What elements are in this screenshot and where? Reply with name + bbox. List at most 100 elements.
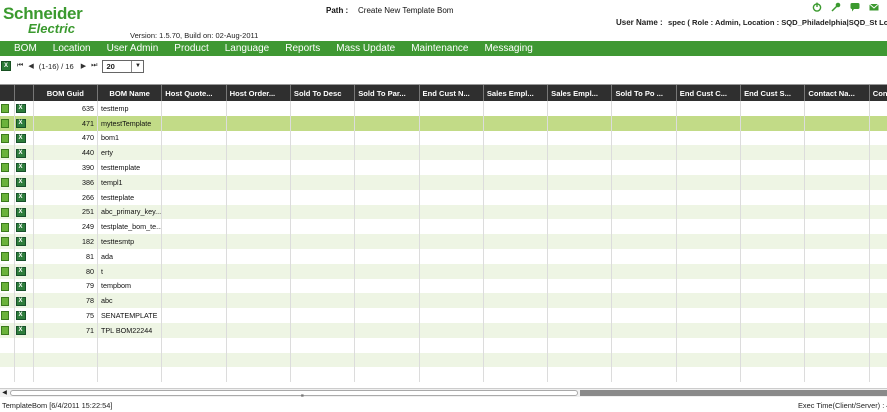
export-excel-icon[interactable]: X	[1, 61, 11, 71]
excel-icon[interactable]: X	[15, 326, 26, 336]
scrollbar-thumb[interactable]: ≡	[10, 390, 578, 399]
table-row[interactable]: X 635 testtemp	[0, 101, 887, 116]
column-header[interactable]: Contact Na...	[804, 85, 870, 101]
table-row[interactable]: X 182 testtesmtp	[0, 234, 887, 249]
table-row[interactable]: X 390 testtemplate	[0, 160, 887, 175]
excel-icon[interactable]: X	[15, 281, 26, 291]
export-cell[interactable]: X	[14, 248, 34, 264]
table-row[interactable]: X 266 testteplate	[0, 189, 887, 205]
table-row[interactable]: X 81 ada	[0, 248, 887, 264]
edit-cell[interactable]	[0, 234, 15, 249]
edit-cell[interactable]	[0, 115, 15, 131]
export-cell[interactable]: X	[14, 234, 34, 249]
column-header[interactable]: Host Order...	[226, 85, 291, 101]
edit-cell[interactable]	[0, 130, 15, 146]
excel-icon[interactable]: X	[15, 192, 26, 202]
edit-cell[interactable]	[0, 189, 15, 205]
export-cell[interactable]: X	[14, 308, 34, 323]
edit-icon[interactable]	[1, 237, 9, 247]
edit-icon[interactable]	[1, 163, 9, 173]
edit-icon[interactable]	[1, 311, 9, 321]
export-cell[interactable]: X	[14, 204, 34, 220]
nav-mass-update[interactable]: Mass Update	[336, 43, 395, 54]
excel-icon[interactable]: X	[15, 178, 26, 188]
excel-icon[interactable]: X	[15, 266, 26, 276]
excel-icon[interactable]: X	[15, 296, 26, 306]
export-cell[interactable]: X	[14, 115, 34, 131]
first-page-icon[interactable]: ⏮	[17, 62, 23, 70]
table-row[interactable]: X 251 abc_primary_key...	[0, 204, 887, 220]
column-header[interactable]: Sold To Desc	[290, 85, 356, 101]
nav-reports[interactable]: Reports	[285, 43, 320, 54]
edit-icon[interactable]	[1, 148, 9, 158]
export-cell[interactable]: X	[14, 145, 34, 161]
table-row[interactable]: X 440 erty	[0, 145, 887, 161]
edit-icon[interactable]	[1, 266, 9, 276]
column-header[interactable]: BOM Guid	[33, 85, 98, 101]
column-header[interactable]: Sold To Po ...	[611, 85, 677, 101]
export-cell[interactable]: X	[14, 322, 34, 338]
column-header[interactable]: Sales Empl...	[483, 85, 549, 101]
edit-cell[interactable]	[0, 204, 15, 220]
edit-icon[interactable]	[1, 207, 9, 217]
prev-page-icon[interactable]: ◀	[28, 62, 33, 70]
horizontal-scrollbar[interactable]: ◀ ≡	[0, 388, 887, 399]
edit-cell[interactable]	[0, 263, 15, 279]
table-row[interactable]: X 470 bom1	[0, 130, 887, 146]
column-header[interactable]: Sold To Par...	[354, 85, 420, 101]
table-row[interactable]: X 471 mytestTemplate	[0, 115, 887, 131]
nav-product[interactable]: Product	[174, 43, 208, 54]
edit-cell[interactable]	[0, 248, 15, 264]
key-icon[interactable]	[831, 2, 841, 12]
export-cell[interactable]: X	[14, 293, 34, 309]
table-row[interactable]: X 75 SENATEMPLATE	[0, 308, 887, 323]
excel-icon[interactable]: X	[15, 148, 26, 158]
edit-cell[interactable]	[0, 219, 15, 235]
nav-location[interactable]: Location	[53, 43, 91, 54]
export-cell[interactable]: X	[14, 160, 34, 175]
power-icon[interactable]	[812, 2, 822, 12]
table-row[interactable]: X 78 abc	[0, 293, 887, 309]
scrollbar-track[interactable]	[580, 390, 887, 396]
excel-icon[interactable]: X	[15, 163, 26, 173]
export-cell[interactable]: X	[14, 263, 34, 279]
column-header[interactable]: End Cust N...	[419, 85, 484, 101]
excel-icon[interactable]: X	[15, 311, 26, 321]
export-cell[interactable]: X	[14, 130, 34, 146]
excel-icon[interactable]: X	[15, 104, 26, 114]
column-header[interactable]: Sales Empl...	[547, 85, 613, 101]
table-row[interactable]: X 80 t	[0, 263, 887, 279]
next-page-icon[interactable]: ▶	[81, 62, 86, 70]
nav-bom[interactable]: BOM	[14, 43, 37, 54]
edit-icon[interactable]	[1, 252, 9, 262]
edit-icon[interactable]	[1, 281, 9, 291]
excel-icon[interactable]: X	[15, 252, 26, 262]
column-header[interactable]: Host Quote...	[161, 85, 227, 101]
table-row[interactable]	[0, 352, 887, 368]
table-row[interactable]: X 79 tempbom	[0, 278, 887, 294]
export-cell[interactable]: X	[14, 189, 34, 205]
table-row[interactable]: X 249 testplate_bom_te...	[0, 219, 887, 235]
edit-cell[interactable]	[0, 322, 15, 338]
column-header[interactable]: Con	[869, 85, 887, 101]
edit-icon[interactable]	[1, 296, 9, 306]
excel-icon[interactable]: X	[15, 118, 26, 128]
export-cell[interactable]: X	[14, 174, 34, 190]
export-cell[interactable]: X	[14, 101, 34, 116]
edit-cell[interactable]	[0, 278, 15, 294]
nav-maintenance[interactable]: Maintenance	[411, 43, 468, 54]
edit-icon[interactable]	[1, 326, 9, 336]
edit-icon[interactable]	[1, 133, 9, 143]
excel-icon[interactable]: X	[15, 237, 26, 247]
export-cell[interactable]: X	[14, 278, 34, 294]
last-page-icon[interactable]: ⏭	[91, 62, 97, 70]
excel-icon[interactable]: X	[15, 222, 26, 232]
page-size-select[interactable]: 20 ▼	[102, 59, 145, 73]
edit-icon[interactable]	[1, 192, 9, 202]
edit-cell[interactable]	[0, 160, 15, 175]
edit-icon[interactable]	[1, 178, 9, 188]
nav-language[interactable]: Language	[225, 43, 270, 54]
table-row[interactable]: X 386 templ1	[0, 174, 887, 190]
column-header[interactable]: End Cust S...	[740, 85, 806, 101]
edit-icon[interactable]	[1, 222, 9, 232]
